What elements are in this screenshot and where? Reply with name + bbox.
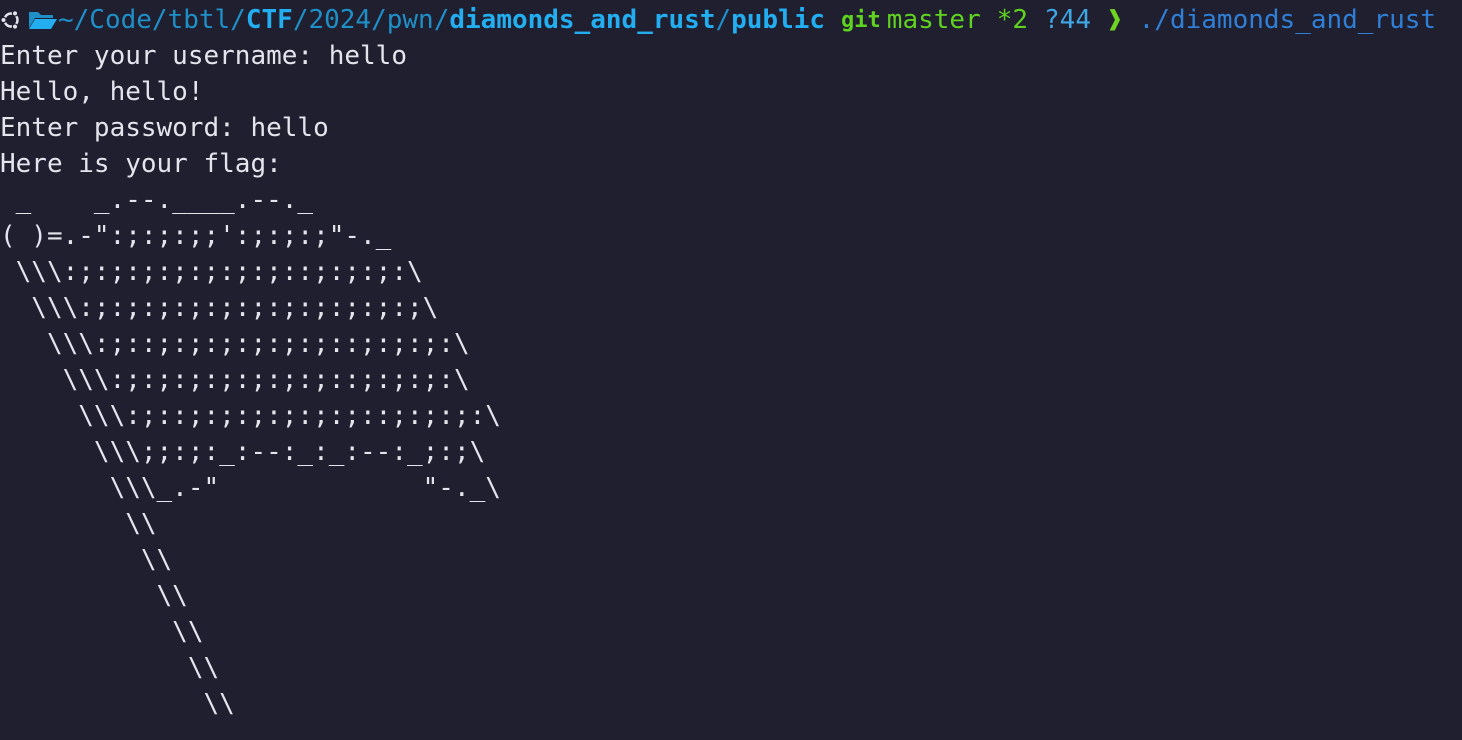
output-line-flag-intro: Here is your flag: (0, 149, 282, 179)
git-untracked-count: ?44 (1044, 5, 1091, 35)
terminal-window[interactable]: ~/Code/tbtl/CTF/2024/pwn/diamonds_and_ru… (0, 0, 1462, 740)
command-text: ./diamonds_and_rust (1138, 5, 1437, 35)
path-separator: / (715, 5, 732, 35)
path-prefix: ~/Code/tbtl/ (58, 5, 246, 35)
path-segment-public: public (731, 5, 826, 35)
output-line-greeting: Hello, hello! (0, 77, 204, 107)
output-line-username: Enter your username: hello (0, 41, 407, 71)
path-segment-project: diamonds_and_rust (449, 5, 716, 35)
shell-prompt: ~/Code/tbtl/CTF/2024/pwn/diamonds_and_ru… (0, 2, 1462, 38)
git-icon: git (841, 7, 881, 33)
ubuntu-icon (0, 2, 22, 38)
path-mid: /2024/pwn/ (292, 5, 450, 35)
git-branch: master (886, 5, 981, 35)
prompt-arrow-icon: ❱ (1107, 5, 1123, 35)
folder-open-icon (28, 2, 58, 38)
path-segment-ctf: CTF (245, 5, 293, 35)
git-modified-count: *2 (996, 5, 1029, 35)
output-line-password: Enter password: hello (0, 113, 329, 143)
flag-ascii-art: _ _.--.____.--._ ( )=.-":;:;:;;':;:;:;"-… (0, 185, 501, 719)
